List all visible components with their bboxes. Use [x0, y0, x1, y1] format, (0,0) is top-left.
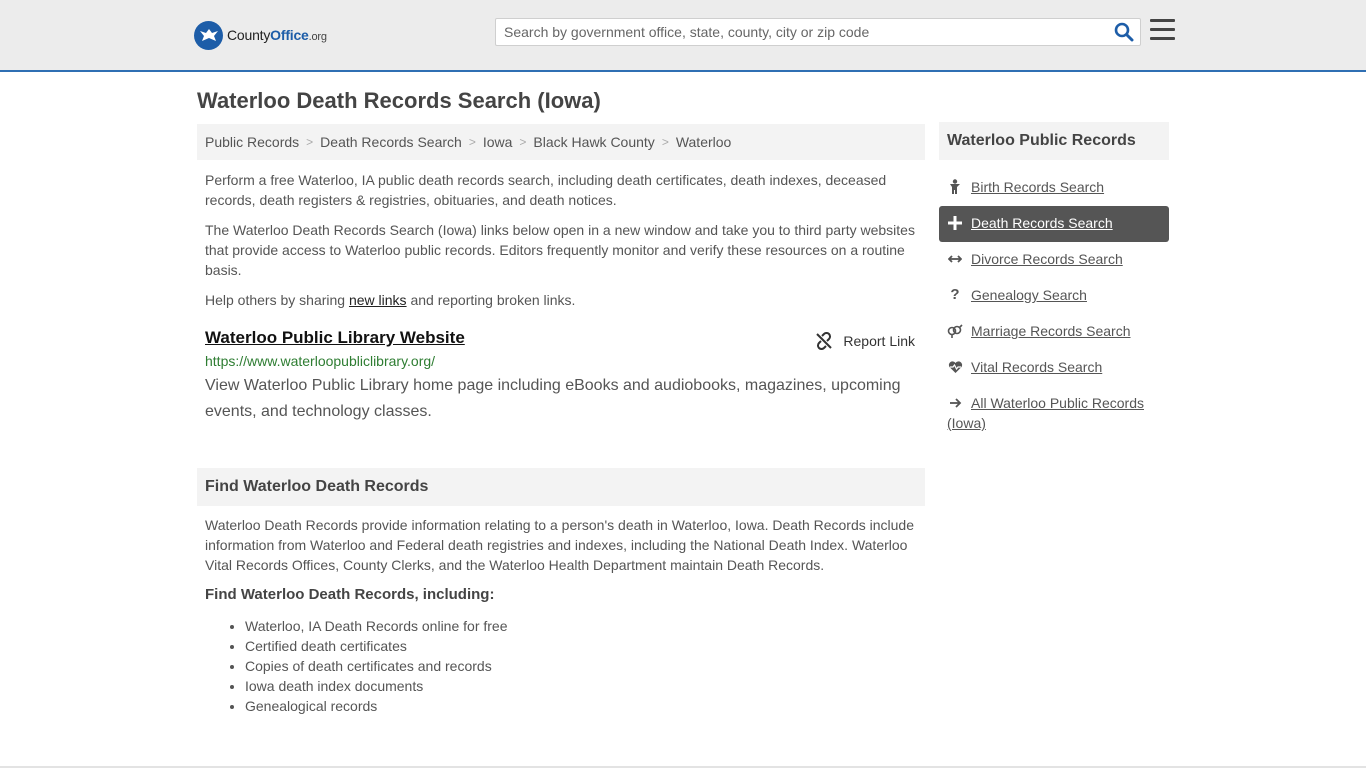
baby-icon — [947, 177, 963, 197]
listing-url: https://www.waterloopubliclibrary.org/ — [205, 353, 436, 369]
help-text: Help others by sharing — [205, 292, 349, 308]
broken-link-icon — [815, 331, 833, 351]
sidebar-item-label: Birth Records Search — [971, 179, 1105, 195]
breadcrumb-separator-icon: > — [519, 135, 527, 149]
sidebar-item-label: Divorce Records Search — [971, 251, 1123, 267]
intro-paragraph-3: Help others by sharing new links and rep… — [197, 290, 583, 310]
site-header: CountyOffice.org — [0, 0, 1366, 72]
sidebar-item-death-records[interactable]: Death Records Search — [939, 206, 1169, 242]
list-item: Copies of death certificates and records — [245, 656, 508, 676]
sidebar-item-label: Vital Records Search — [971, 359, 1103, 375]
breadcrumb-separator-icon: > — [468, 135, 476, 149]
logo-text: CountyOffice.org — [227, 27, 327, 43]
intro-paragraph-1: Perform a free Waterloo, IA public death… — [205, 172, 887, 208]
list-item: Iowa death index documents — [245, 676, 508, 696]
sidebar-item-vital-records[interactable]: Vital Records Search — [939, 350, 1169, 386]
eagle-icon — [194, 20, 223, 50]
sidebar-item-label: Marriage Records Search — [971, 323, 1131, 339]
report-link-label: Report Link — [843, 333, 915, 349]
arrow-right-icon — [947, 393, 963, 413]
breadcrumb-waterloo[interactable]: Waterloo — [676, 134, 732, 150]
sidebar-item-label: Genealogy Search — [971, 287, 1087, 303]
sidebar-list: Birth Records Search Death Records Searc… — [939, 170, 1169, 440]
breadcrumb-separator-icon: > — [661, 135, 669, 149]
listing-description: View Waterloo Public Library home page i… — [205, 377, 901, 420]
arrows-icon — [947, 249, 963, 269]
report-link-button[interactable]: Report Link — [815, 331, 915, 351]
sidebar-item-divorce-records[interactable]: Divorce Records Search — [939, 242, 1169, 278]
site-logo[interactable]: CountyOffice.org — [194, 20, 327, 50]
list-item: Certified death certificates — [245, 636, 508, 656]
find-section-body: Waterloo Death Records provide informati… — [205, 517, 915, 573]
breadcrumb-death-records-search[interactable]: Death Records Search — [320, 134, 462, 150]
breadcrumb: Public Records > Death Records Search > … — [197, 124, 925, 160]
search-input[interactable] — [496, 19, 1106, 45]
listing-title-link[interactable]: Waterloo Public Library Website — [205, 328, 465, 347]
search-box — [495, 18, 1141, 46]
question-icon: ? — [950, 286, 960, 303]
sidebar-item-genealogy[interactable]: ? Genealogy Search — [939, 278, 1169, 314]
breadcrumb-black-hawk-county[interactable]: Black Hawk County — [533, 134, 654, 150]
cross-icon — [947, 213, 963, 233]
hamburger-menu-icon[interactable] — [1150, 19, 1175, 41]
breadcrumb-public-records[interactable]: Public Records — [205, 134, 299, 150]
list-item: Waterloo, IA Death Records online for fr… — [245, 616, 508, 636]
intro-paragraph-2: The Waterloo Death Records Search (Iowa)… — [205, 222, 915, 278]
breadcrumb-iowa[interactable]: Iowa — [483, 134, 513, 150]
gender-icon — [947, 321, 963, 341]
find-section-heading: Find Waterloo Death Records — [197, 468, 925, 506]
sidebar-item-birth-records[interactable]: Birth Records Search — [939, 170, 1169, 206]
new-links-link[interactable]: new links — [349, 292, 407, 308]
list-item: Genealogical records — [245, 696, 508, 716]
search-icon[interactable] — [1114, 22, 1134, 42]
listing-card: Waterloo Public Library Website Report L… — [197, 328, 925, 425]
find-section-subheading: Find Waterloo Death Records, including: — [205, 586, 495, 603]
breadcrumb-separator-icon: > — [306, 135, 314, 149]
sidebar-item-label: All Waterloo Public Records (Iowa) — [947, 395, 1144, 431]
heartbeat-icon — [947, 357, 963, 377]
page-title: Waterloo Death Records Search (Iowa) — [197, 88, 601, 113]
sidebar: Waterloo Public Records Birth Records Se… — [939, 122, 1169, 440]
sidebar-item-label: Death Records Search — [971, 215, 1113, 231]
sidebar-heading: Waterloo Public Records — [939, 122, 1169, 160]
find-section-list: Waterloo, IA Death Records online for fr… — [245, 616, 508, 716]
sidebar-item-all-records[interactable]: All Waterloo Public Records (Iowa) — [939, 386, 1169, 440]
help-text-end: and reporting broken links. — [406, 292, 576, 308]
sidebar-item-marriage-records[interactable]: Marriage Records Search — [939, 314, 1169, 350]
